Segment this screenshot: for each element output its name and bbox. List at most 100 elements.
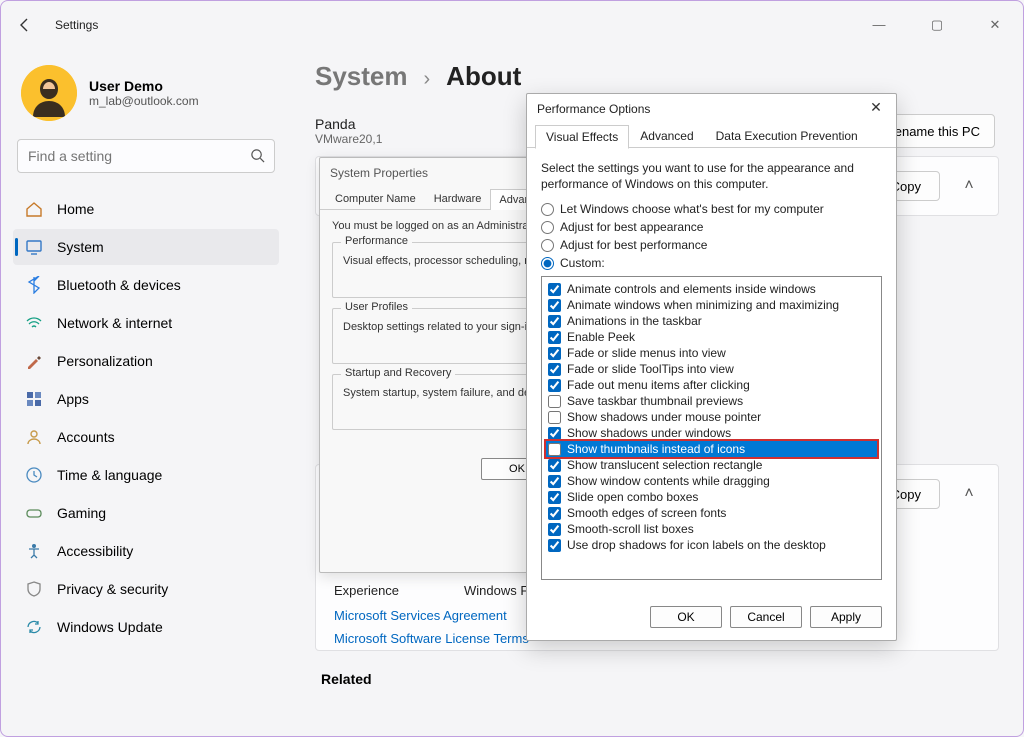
sidebar-item-accessibility[interactable]: Accessibility xyxy=(13,533,279,569)
checkbox[interactable] xyxy=(548,491,561,504)
perf-option-label: Show translucent selection rectangle xyxy=(567,458,762,472)
radio-best-appearance[interactable]: Adjust for best appearance xyxy=(541,220,882,234)
tab-advanced[interactable]: Advanced xyxy=(629,124,704,148)
user-block[interactable]: User Demo m_lab@outlook.com xyxy=(13,61,279,139)
sidebar-item-label: Gaming xyxy=(57,505,106,521)
ok-button[interactable]: OK xyxy=(650,606,722,628)
checkbox[interactable] xyxy=(548,539,561,552)
perf-option-label: Use drop shadows for icon labels on the … xyxy=(567,538,826,552)
sidebar-item-bluetooth[interactable]: Bluetooth & devices xyxy=(13,267,279,303)
radio-custom[interactable]: Custom: xyxy=(541,256,882,270)
sidebar-item-privacy[interactable]: Privacy & security xyxy=(13,571,279,607)
cancel-button[interactable]: Cancel xyxy=(730,606,802,628)
checkbox[interactable] xyxy=(548,283,561,296)
maximize-button[interactable]: ▢ xyxy=(917,17,957,33)
minimize-button[interactable]: — xyxy=(859,17,899,33)
close-button[interactable]: ✕ xyxy=(975,17,1015,33)
checkbox[interactable] xyxy=(548,443,561,456)
perf-option-label: Slide open combo boxes xyxy=(567,490,698,504)
perf-option[interactable]: Save taskbar thumbnail previews xyxy=(546,393,877,409)
perf-option[interactable]: Use drop shadows for icon labels on the … xyxy=(546,537,877,553)
perf-option[interactable]: Animations in the taskbar xyxy=(546,313,877,329)
perf-option[interactable]: Fade or slide menus into view xyxy=(546,345,877,361)
perf-option-label: Smooth edges of screen fonts xyxy=(567,506,726,520)
sidebar-item-network[interactable]: Network & internet xyxy=(13,305,279,341)
sidebar-item-label: Apps xyxy=(57,391,89,407)
sidebar-item-personalization[interactable]: Personalization xyxy=(13,343,279,379)
checkbox[interactable] xyxy=(548,347,561,360)
checkbox[interactable] xyxy=(548,379,561,392)
perf-option[interactable]: Show window contents while dragging xyxy=(546,473,877,489)
perf-option-label: Show shadows under mouse pointer xyxy=(567,410,761,424)
radio-best-performance[interactable]: Adjust for best performance xyxy=(541,238,882,252)
breadcrumb-parent[interactable]: System xyxy=(315,61,408,92)
perf-option[interactable]: Show shadows under mouse pointer xyxy=(546,409,877,425)
sidebar-item-label: Windows Update xyxy=(57,619,163,635)
device-model: VMware20,1 xyxy=(315,132,382,146)
gaming-icon xyxy=(25,504,43,522)
accessibility-icon xyxy=(25,542,43,560)
perf-option[interactable]: Smooth edges of screen fonts xyxy=(546,505,877,521)
chevron-right-icon: › xyxy=(424,68,431,91)
checkbox[interactable] xyxy=(548,427,561,440)
titlebar: Settings — ▢ ✕ xyxy=(1,1,1023,49)
tab-computer-name[interactable]: Computer Name xyxy=(326,188,425,209)
perf-option[interactable]: Fade or slide ToolTips into view xyxy=(546,361,877,377)
apps-icon xyxy=(25,390,43,408)
radio-windows-choose[interactable]: Let Windows choose what's best for my co… xyxy=(541,202,882,216)
sidebar: User Demo m_lab@outlook.com Home SystemBl… xyxy=(1,49,291,736)
perf-option[interactable]: Slide open combo boxes xyxy=(546,489,877,505)
tab-visual-effects[interactable]: Visual Effects xyxy=(535,125,629,149)
sidebar-item-accounts[interactable]: Accounts xyxy=(13,419,279,455)
checkbox[interactable] xyxy=(548,395,561,408)
perf-option[interactable]: Fade out menu items after clicking xyxy=(546,377,877,393)
bluetooth-icon xyxy=(25,276,43,294)
sidebar-item-label: Accessibility xyxy=(57,543,133,559)
chevron-up-icon[interactable]: ˄ xyxy=(954,485,984,503)
tab-dep[interactable]: Data Execution Prevention xyxy=(705,124,869,148)
checkbox[interactable] xyxy=(548,331,561,344)
privacy-icon xyxy=(25,580,43,598)
tab-hardware[interactable]: Hardware xyxy=(425,188,491,209)
apply-button[interactable]: Apply xyxy=(810,606,882,628)
intro-text: Select the settings you want to use for … xyxy=(541,160,882,192)
sidebar-item-time[interactable]: Time & language xyxy=(13,457,279,493)
sidebar-item-home[interactable]: Home xyxy=(13,191,279,227)
perf-option[interactable]: Enable Peek xyxy=(546,329,877,345)
perf-option-label: Save taskbar thumbnail previews xyxy=(567,394,743,408)
close-icon[interactable]: ✕ xyxy=(866,99,886,119)
checkbox[interactable] xyxy=(548,475,561,488)
perf-option[interactable]: Smooth-scroll list boxes xyxy=(546,521,877,537)
performance-options-dialog: Performance Options ✕ Visual Effects Adv… xyxy=(526,93,897,641)
perf-option[interactable]: Show shadows under windows xyxy=(546,425,877,441)
personalization-icon xyxy=(25,352,43,370)
accounts-icon xyxy=(25,428,43,446)
arrow-left-icon xyxy=(17,17,33,33)
chevron-up-icon[interactable]: ˄ xyxy=(954,177,984,195)
checkbox[interactable] xyxy=(548,507,561,520)
related-heading: Related xyxy=(315,671,999,687)
sidebar-item-label: Privacy & security xyxy=(57,581,168,597)
visual-effects-list[interactable]: Animate controls and elements inside win… xyxy=(541,276,882,580)
avatar xyxy=(21,65,77,121)
sidebar-item-label: Home xyxy=(57,201,94,217)
checkbox[interactable] xyxy=(548,411,561,424)
sidebar-item-apps[interactable]: Apps xyxy=(13,381,279,417)
perf-option[interactable]: Animate controls and elements inside win… xyxy=(546,281,877,297)
sidebar-item-system[interactable]: System xyxy=(13,229,279,265)
sidebar-item-gaming[interactable]: Gaming xyxy=(13,495,279,531)
back-button[interactable] xyxy=(9,9,41,41)
perf-option[interactable]: Show thumbnails instead of icons xyxy=(546,441,877,457)
home-icon xyxy=(25,200,43,218)
perf-option[interactable]: Show translucent selection rectangle xyxy=(546,457,877,473)
search-input[interactable] xyxy=(17,139,275,173)
perf-option[interactable]: Animate windows when minimizing and maxi… xyxy=(546,297,877,313)
checkbox[interactable] xyxy=(548,363,561,376)
sidebar-item-label: Personalization xyxy=(57,353,153,369)
sidebar-item-update[interactable]: Windows Update xyxy=(13,609,279,645)
checkbox[interactable] xyxy=(548,459,561,472)
checkbox[interactable] xyxy=(548,523,561,536)
perf-option-label: Fade or slide menus into view xyxy=(567,346,726,360)
checkbox[interactable] xyxy=(548,299,561,312)
checkbox[interactable] xyxy=(548,315,561,328)
